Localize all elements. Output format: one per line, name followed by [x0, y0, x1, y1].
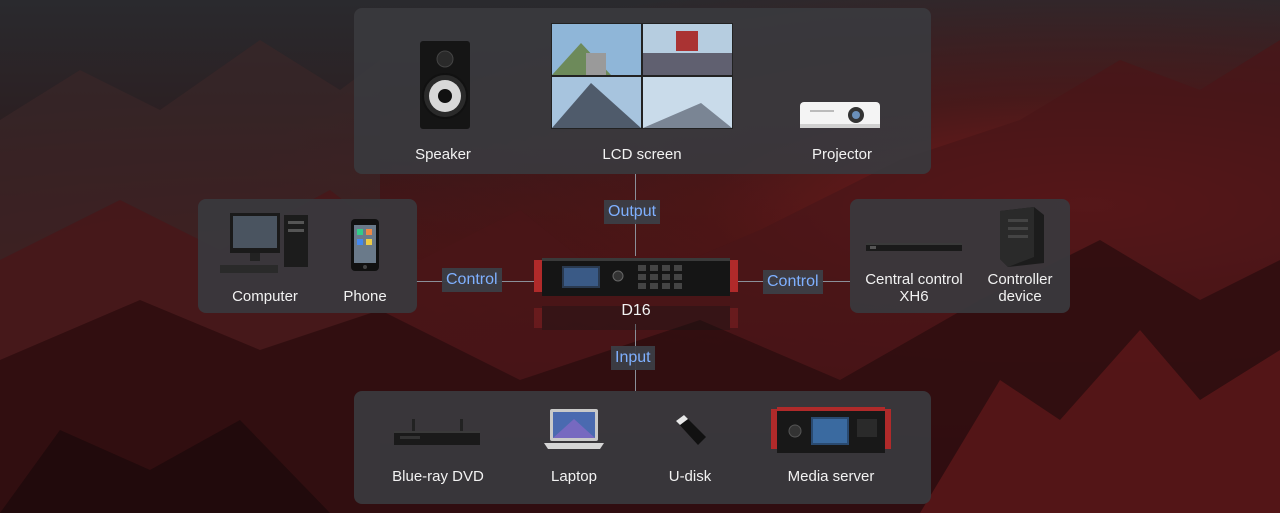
phone-icon — [351, 219, 379, 271]
lcd-screen-icon — [551, 23, 733, 129]
left-device-phone: Phone — [330, 207, 400, 307]
output-panel: Speaker LCD screen Projector — [354, 8, 931, 174]
right-device-central-control: Central control XH6 — [858, 207, 970, 307]
speaker-icon — [420, 41, 470, 129]
left-control-tag: Control — [442, 268, 502, 292]
input-device-label: Blue-ray DVD — [392, 468, 484, 485]
input-device-label: Laptop — [551, 468, 597, 485]
input-device-bluray: Blue-ray DVD — [382, 405, 494, 497]
computer-icon — [220, 213, 308, 273]
media-server-icon — [771, 407, 891, 453]
input-device-laptop: Laptop — [530, 405, 618, 497]
left-device-label: Computer — [232, 288, 298, 305]
right-device-label: Controller device — [987, 271, 1053, 305]
left-control-panel: Computer Phone — [198, 199, 417, 313]
right-device-controller: Controller device — [974, 207, 1066, 307]
output-device-label: Projector — [811, 146, 873, 163]
output-device-projector: Projector — [782, 92, 902, 168]
input-device-label: U-disk — [668, 468, 712, 485]
left-device-computer: Computer — [210, 207, 320, 307]
input-tag: Input — [611, 346, 655, 370]
d16-processor-icon — [534, 258, 738, 330]
input-panel: Blue-ray DVD Laptop U-disk Media server — [354, 391, 931, 504]
output-tag: Output — [604, 200, 661, 224]
right-device-label: Central control XH6 — [865, 271, 963, 305]
bluray-dvd-icon — [394, 419, 480, 445]
input-device-media-server: Media server — [766, 405, 896, 497]
output-device-label: LCD screen — [602, 146, 682, 163]
center-device-label: D16 — [621, 302, 651, 319]
central-control-icon — [866, 243, 962, 251]
input-device-label: Media server — [787, 468, 875, 485]
projector-icon — [800, 102, 880, 128]
controller-device-icon — [1000, 207, 1044, 267]
output-device-speaker: Speaker — [384, 38, 502, 168]
right-control-panel: Central control XH6 Controller device — [850, 199, 1070, 313]
output-device-lcd-screen: LCD screen — [550, 22, 734, 168]
laptop-icon — [544, 409, 604, 449]
output-device-label: Speaker — [415, 146, 471, 163]
u-disk-icon — [676, 415, 706, 445]
left-device-label: Phone — [343, 288, 387, 305]
center-device-d16: D16 — [534, 256, 738, 342]
right-control-tag: Control — [763, 270, 823, 294]
input-device-u-disk: U-disk — [650, 405, 730, 497]
